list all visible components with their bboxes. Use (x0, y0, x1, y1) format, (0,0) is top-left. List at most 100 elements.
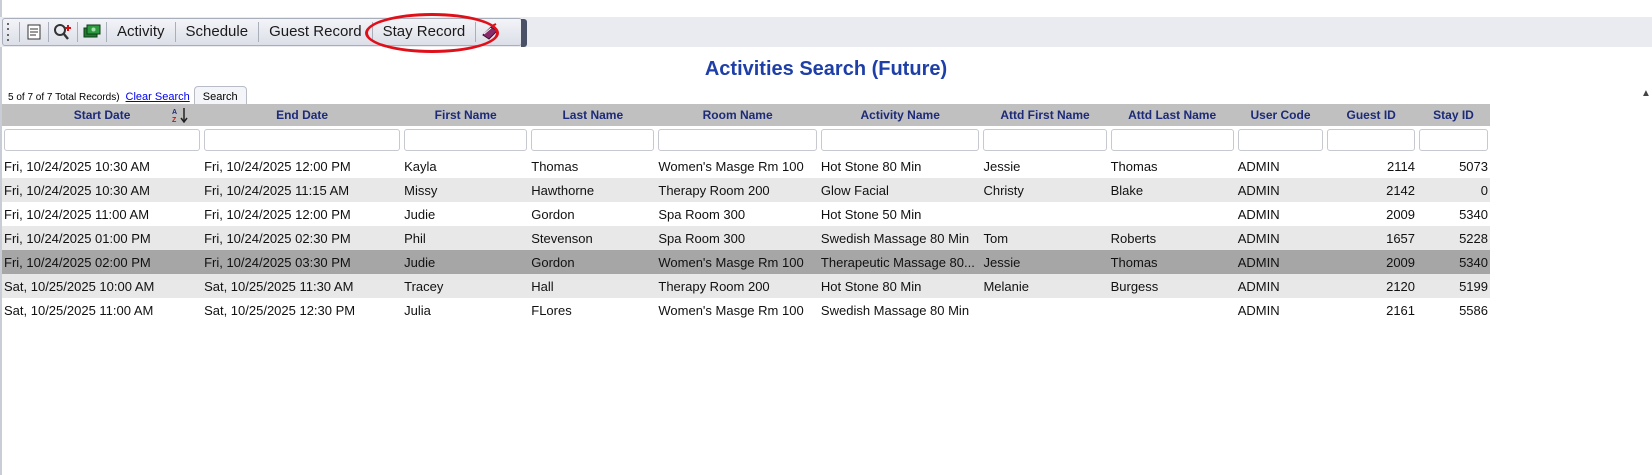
filter-attd-first-name[interactable] (983, 129, 1107, 151)
filter-last-name[interactable] (531, 129, 655, 151)
filter-first-name[interactable] (404, 129, 528, 151)
table-row[interactable]: Fri, 10/24/2025 01:00 PM Fri, 10/24/2025… (2, 226, 1490, 250)
filter-guest-id[interactable] (1327, 129, 1416, 151)
cell-activity-name: Swedish Massage 80 Min (818, 298, 982, 322)
cell-start-date: Fri, 10/24/2025 01:00 PM (2, 226, 203, 250)
column-header-last-name[interactable]: Last Name (529, 104, 657, 126)
sort-az-icon[interactable]: AZ (172, 107, 188, 126)
cell-last-name: FLores (529, 298, 657, 322)
cell-activity-name: Hot Stone 80 Min (818, 154, 982, 178)
cell-first-name: Tracey (402, 274, 530, 298)
cell-attd-last-name (1108, 298, 1236, 322)
column-header-guest-id[interactable]: Guest ID (1325, 104, 1418, 126)
column-header-end-date[interactable]: End Date (202, 104, 403, 126)
toolbar-separator (174, 22, 176, 42)
cell-activity-name: Hot Stone 50 Min (818, 202, 982, 226)
svg-text:A: A (172, 109, 177, 116)
cell-end-date: Fri, 10/24/2025 11:15 AM (202, 178, 403, 202)
cell-attd-last-name: Burgess (1108, 274, 1236, 298)
filter-activity-name[interactable] (820, 129, 980, 151)
cell-attd-first-name (981, 202, 1109, 226)
cell-end-date: Sat, 10/25/2025 12:30 PM (202, 298, 403, 322)
toolbar-separator (371, 22, 373, 42)
notes-icon[interactable] (24, 22, 44, 42)
cell-attd-first-name: Tom (981, 226, 1109, 250)
svg-text:Z: Z (172, 117, 177, 123)
cell-room-name: Women's Masge Rm 100 (656, 250, 819, 274)
cell-first-name: Judie (402, 202, 530, 226)
stay-record-button[interactable]: Stay Record (377, 18, 472, 46)
cell-last-name: Thomas (529, 154, 657, 178)
book-icon[interactable] (480, 22, 500, 42)
cell-last-name: Gordon (529, 250, 657, 274)
cell-attd-last-name: Roberts (1108, 226, 1236, 250)
guest-record-button[interactable]: Guest Record (263, 18, 368, 46)
cell-user-code: ADMIN (1235, 202, 1326, 226)
filter-row (2, 126, 1490, 154)
filter-end-date[interactable] (204, 129, 401, 151)
schedule-button[interactable]: Schedule (180, 18, 255, 46)
cell-attd-first-name (981, 298, 1109, 322)
cell-user-code: ADMIN (1235, 250, 1326, 274)
clear-search-link[interactable]: Clear Search (126, 91, 190, 103)
cell-room-name: Spa Room 300 (656, 202, 819, 226)
cell-activity-name: Glow Facial (818, 178, 982, 202)
cell-user-code: ADMIN (1235, 274, 1326, 298)
cell-last-name: Hall (529, 274, 657, 298)
column-header-start-date[interactable]: Start Date AZ (2, 104, 203, 126)
table-row[interactable]: Fri, 10/24/2025 11:00 AM Fri, 10/24/2025… (2, 202, 1490, 226)
search-add-icon[interactable] (53, 22, 73, 42)
filter-stay-id[interactable] (1419, 129, 1488, 151)
cell-user-code: ADMIN (1235, 226, 1326, 250)
cell-start-date: Fri, 10/24/2025 02:00 PM (2, 250, 203, 274)
table-row-selected[interactable]: Fri, 10/24/2025 02:00 PM Fri, 10/24/2025… (2, 250, 1490, 274)
filter-attd-last-name[interactable] (1110, 129, 1234, 151)
cell-first-name: Kayla (402, 154, 530, 178)
table-row[interactable]: Sat, 10/25/2025 10:00 AM Sat, 10/25/2025… (2, 274, 1490, 298)
column-header-user-code[interactable]: User Code (1235, 104, 1326, 126)
column-header-first-name[interactable]: First Name (402, 104, 530, 126)
column-header-stay-id[interactable]: Stay ID (1417, 104, 1490, 126)
table-row[interactable]: Sat, 10/25/2025 11:00 AM Sat, 10/25/2025… (2, 298, 1490, 322)
cell-guest-id: 2114 (1325, 154, 1418, 178)
column-header-attd-first-name[interactable]: Attd First Name (981, 104, 1109, 126)
cell-attd-last-name (1108, 202, 1236, 226)
cell-end-date: Fri, 10/24/2025 12:00 PM (202, 202, 403, 226)
table-row[interactable]: Fri, 10/24/2025 10:30 AM Fri, 10/24/2025… (2, 178, 1490, 202)
column-header-activity-name[interactable]: Activity Name (818, 104, 982, 126)
cell-start-date: Sat, 10/25/2025 11:00 AM (2, 298, 203, 322)
scroll-up-icon[interactable]: ▲ (1641, 88, 1651, 99)
cell-room-name: Women's Masge Rm 100 (656, 298, 819, 322)
cell-stay-id: 0 (1417, 178, 1490, 202)
results-table: Start Date AZ End Date First Name Last N… (2, 104, 1490, 322)
cell-activity-name: Therapeutic Massage 80... (818, 250, 982, 274)
cash-icon[interactable] (82, 22, 102, 42)
activity-button[interactable]: Activity (111, 18, 171, 46)
column-header-room-name[interactable]: Room Name (656, 104, 819, 126)
cell-first-name: Phil (402, 226, 530, 250)
cell-guest-id: 2142 (1325, 178, 1418, 202)
cell-end-date: Fri, 10/24/2025 12:00 PM (202, 154, 403, 178)
records-count: 5 of 7 of 7 Total Records) (8, 91, 120, 103)
grip-icon[interactable] (7, 23, 11, 41)
cell-activity-name: Swedish Massage 80 Min (818, 226, 982, 250)
cell-first-name: Missy (402, 178, 530, 202)
column-header-attd-last-name[interactable]: Attd Last Name (1108, 104, 1236, 126)
cell-attd-last-name: Thomas (1108, 250, 1236, 274)
filter-room-name[interactable] (658, 129, 817, 151)
cell-stay-id: 5586 (1417, 298, 1490, 322)
table-row[interactable]: Fri, 10/24/2025 10:30 AM Fri, 10/24/2025… (2, 154, 1490, 178)
cell-end-date: Sat, 10/25/2025 11:30 AM (202, 274, 403, 298)
header-row: Start Date AZ End Date First Name Last N… (2, 104, 1490, 126)
cell-stay-id: 5228 (1417, 226, 1490, 250)
cell-attd-first-name: Jessie (981, 154, 1109, 178)
toolbar-separator (19, 22, 20, 42)
cell-start-date: Fri, 10/24/2025 11:00 AM (2, 202, 203, 226)
filter-start-date[interactable] (4, 129, 201, 151)
filter-user-code[interactable] (1237, 129, 1324, 151)
cell-guest-id: 2009 (1325, 250, 1418, 274)
cell-attd-first-name: Christy (981, 178, 1109, 202)
cell-end-date: Fri, 10/24/2025 02:30 PM (202, 226, 403, 250)
cell-guest-id: 1657 (1325, 226, 1418, 250)
toolbar-separator (48, 22, 49, 42)
